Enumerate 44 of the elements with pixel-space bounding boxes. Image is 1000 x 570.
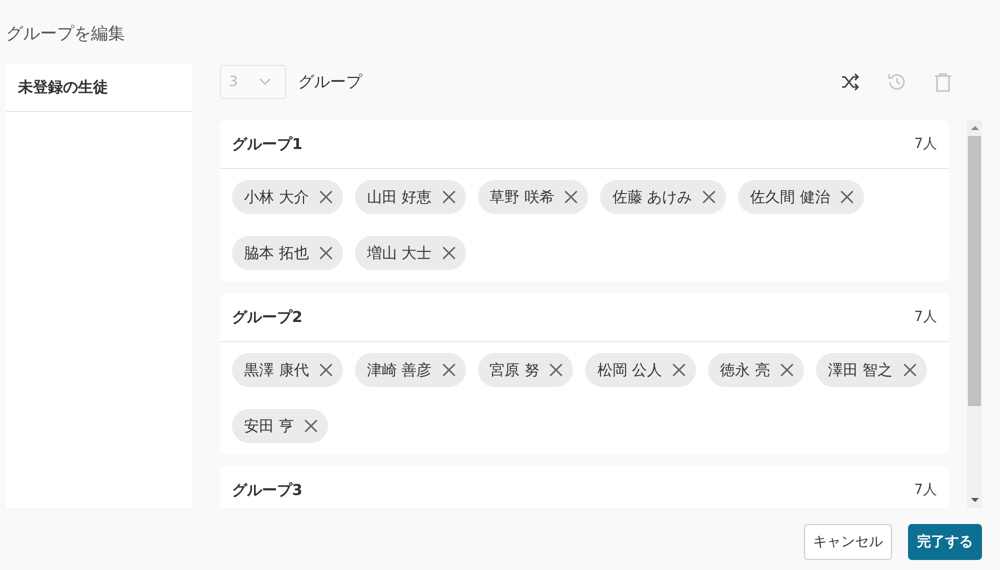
close-icon[interactable]: [564, 190, 578, 204]
student-name: 増山 大士: [366, 244, 432, 262]
student-name: 澤田 智之: [828, 360, 893, 380]
close-icon[interactable]: [672, 363, 686, 377]
close-icon[interactable]: [902, 363, 917, 377]
close-icon[interactable]: [549, 363, 564, 377]
student-name: 佐藤 あけみ: [612, 188, 692, 206]
dialog-title: グループを編集: [6, 23, 126, 46]
student-name: 津崎 善彦: [366, 360, 432, 380]
close-icon[interactable]: [318, 190, 333, 204]
close-icon[interactable]: [318, 363, 333, 377]
student-name: 小林 大介: [244, 188, 309, 206]
cancel-button[interactable]: キャンセル: [804, 524, 892, 560]
scroll-down-arrow-icon[interactable]: [970, 498, 978, 502]
student-name: 山田 好恵: [366, 188, 432, 206]
student-name: 宮原 努: [490, 360, 540, 380]
complete-button[interactable]: 完了する: [908, 524, 982, 560]
close-icon[interactable]: [840, 190, 854, 204]
close-icon[interactable]: [442, 363, 456, 377]
close-icon[interactable]: [442, 246, 456, 260]
panel-heading: 未登録の生徒: [6, 64, 192, 112]
student-name: 脇本 拓也: [244, 244, 309, 262]
group-name: グループ1: [232, 134, 302, 154]
close-icon[interactable]: [780, 363, 794, 377]
scrollbar[interactable]: [967, 120, 982, 508]
student-name: 松岡 公人: [597, 360, 662, 380]
member-count: 7人: [914, 481, 937, 499]
close-icon[interactable]: [304, 419, 318, 433]
student-name: 徳永 亮: [720, 360, 770, 380]
close-icon[interactable]: [318, 246, 333, 260]
student-name: 佐久間 健治: [750, 188, 830, 206]
close-icon[interactable]: [442, 190, 456, 204]
student-name: 黒澤 康代: [244, 360, 309, 380]
scroll-up-arrow-icon[interactable]: [970, 126, 978, 130]
close-icon[interactable]: [702, 190, 716, 204]
student-name: 安田 亨: [244, 416, 294, 436]
student-name: 草野 咲希: [490, 188, 554, 206]
member-count: 7人: [914, 135, 937, 153]
chevron-icon: [259, 78, 271, 86]
scrollbar-thumb[interactable]: [968, 136, 981, 406]
group-name: グループ2: [232, 308, 302, 326]
unit-label: グループ: [298, 72, 362, 92]
group-name: グループ3: [232, 480, 302, 500]
member-count: 7人: [914, 308, 937, 326]
